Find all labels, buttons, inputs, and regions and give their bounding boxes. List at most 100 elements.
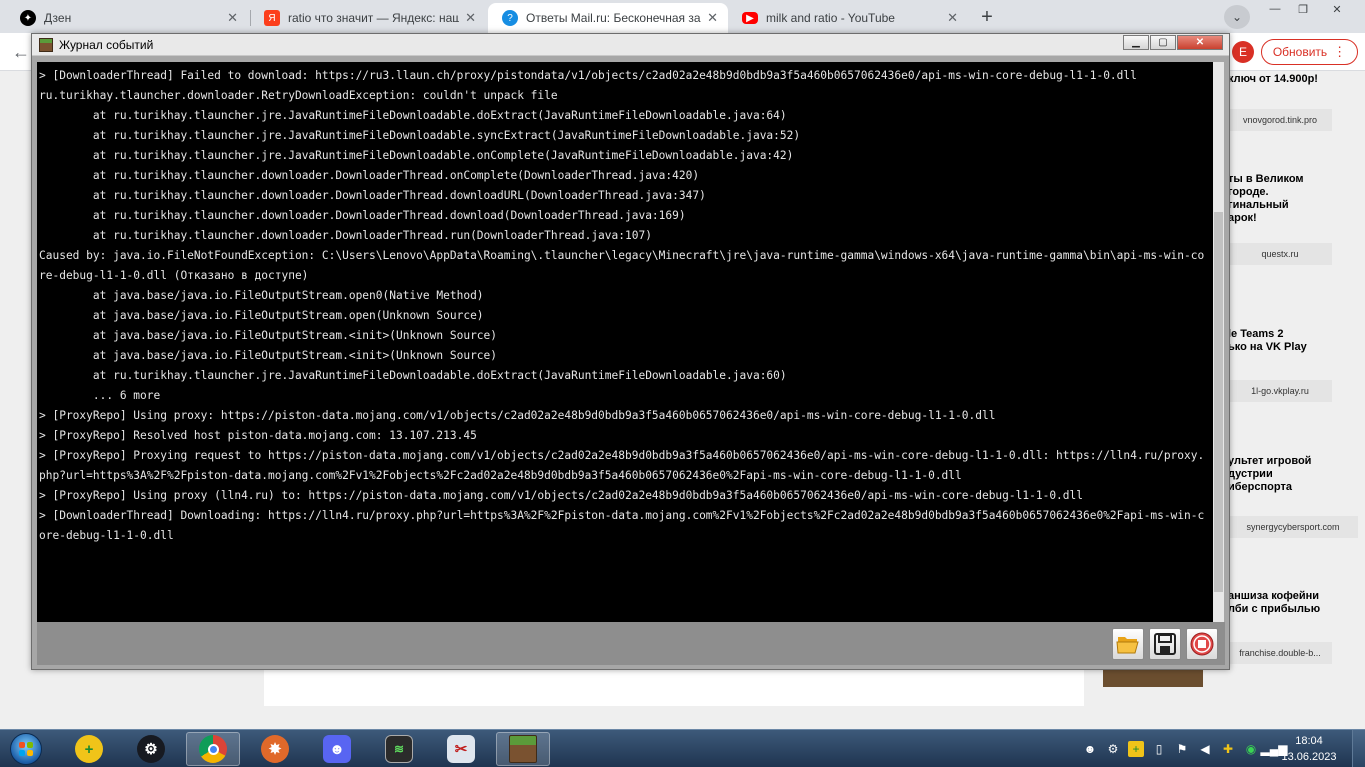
taskbar-app-discord[interactable]: ☻: [310, 732, 364, 766]
side-ad-text[interactable]: ультет игровой дустрии иберспорта: [1228, 455, 1358, 494]
side-ad-text[interactable]: le Teams 2 ько на VK Play: [1228, 328, 1358, 354]
log-line: at ru.turikhay.tlauncher.downloader.Down…: [39, 169, 700, 182]
close-icon[interactable]: ✕: [1322, 0, 1352, 18]
log-line: at ru.turikhay.tlauncher.downloader.Down…: [39, 209, 686, 222]
log-line: > [ProxyRepo] Using proxy: https://pisto…: [39, 409, 996, 422]
taskbar-app-chrome[interactable]: [186, 732, 240, 766]
task-manager-icon: ≋: [385, 735, 413, 763]
side-ad-text[interactable]: ты в Великом городе. гинальный арок!: [1228, 173, 1358, 225]
update-label: Обновить: [1272, 45, 1328, 59]
open-folder-button[interactable]: [1112, 628, 1144, 660]
log-line: > [DownloaderThread] Downloading: https:…: [39, 509, 1205, 542]
log-line: at java.base/java.io.FileOutputStream.<i…: [39, 349, 498, 362]
arrow-left-icon: ←: [12, 41, 30, 62]
discord-icon: ☻: [323, 735, 351, 763]
side-ad-text[interactable]: ключ от 14.900р!: [1228, 73, 1358, 86]
close-icon[interactable]: ✕: [465, 10, 476, 26]
log-line: ru.turikhay.tlauncher.downloader.RetryDo…: [39, 89, 558, 102]
tab-yandex[interactable]: Я ratio что значит — Яндекс: наш ✕: [250, 3, 486, 33]
discord-icon[interactable]: ☻: [1082, 741, 1098, 757]
log-line: > [ProxyRepo] Resolved host piston-data.…: [39, 429, 477, 442]
tab-title: Дзен: [44, 11, 72, 25]
tab-youtube[interactable]: ▶ milk and ratio - YouTube ✕: [728, 3, 968, 33]
maximize-icon: ▢: [1158, 37, 1168, 48]
taskbar: + ⚙ ✸ ☻ ≋ ✂ ☻ ⚙ + ▯ ⚑ ◀ ✚ ◉ ▂▄▆ 18:04 13…: [0, 729, 1365, 767]
log-line: ... 6 more: [39, 389, 161, 402]
log-line: at java.base/java.io.FileOutputStream.op…: [39, 289, 484, 302]
chrome-icon: [199, 735, 227, 763]
tab-dzen[interactable]: ✦ Дзен ✕: [6, 3, 248, 33]
close-icon[interactable]: ✕: [707, 10, 718, 26]
profile-avatar[interactable]: E: [1232, 41, 1254, 63]
minimize-icon: ▁: [1132, 37, 1140, 48]
journal-window: Журнал событий ▁ ▢ ✕ > [DownloaderThread…: [31, 33, 1230, 670]
side-ad-source[interactable]: franchise.double-b...: [1228, 642, 1332, 664]
windows-logo-icon: [10, 733, 42, 765]
save-icon: [1154, 633, 1176, 655]
show-desktop-button[interactable]: [1352, 730, 1365, 767]
restore-icon[interactable]: ❐: [1288, 0, 1318, 18]
close-button[interactable]: ✕: [1177, 35, 1223, 50]
log-line: > [ProxyRepo] Proxying request to https:…: [39, 449, 1205, 482]
new-tab-button[interactable]: +: [974, 5, 1000, 29]
journal-title: Журнал событий: [59, 38, 154, 52]
minimize-button[interactable]: ▁: [1123, 35, 1149, 50]
tab-mailru-answers[interactable]: ? Ответы Mail.ru: Бесконечная за ✕: [488, 3, 728, 33]
flag-icon[interactable]: ⚑: [1174, 741, 1190, 757]
tlauncher-icon: ✸: [261, 735, 289, 763]
clock-date: 13.06.2023: [1281, 751, 1337, 763]
steam-icon: ⚙: [137, 735, 165, 763]
minecraft-icon: [39, 38, 53, 52]
dzen-icon: ✦: [20, 10, 36, 26]
side-ad-source[interactable]: vnovgorod.tink.pro: [1228, 109, 1332, 131]
tab-search-button[interactable]: ⌄: [1224, 5, 1250, 29]
minecraft-icon: [509, 735, 537, 763]
side-ad-image[interactable]: [1103, 669, 1203, 687]
journal-button-bar: [37, 622, 1225, 665]
status-icon[interactable]: ◉: [1243, 741, 1259, 757]
log-console[interactable]: > [DownloaderThread] Failed to download:…: [37, 62, 1213, 622]
log-scrollbar[interactable]: [1213, 62, 1224, 622]
taskbar-app-snipping-tool[interactable]: ✂: [434, 732, 488, 766]
log-text: > [DownloaderThread] Failed to download:…: [39, 66, 1209, 546]
taskbar-app-minecraft[interactable]: [496, 732, 550, 766]
chevron-down-icon: ⌄: [1231, 10, 1243, 24]
youtube-icon: ▶: [742, 12, 758, 24]
add-app-icon[interactable]: ✚: [1220, 741, 1236, 757]
usb-icon[interactable]: ▯: [1151, 741, 1167, 757]
log-line: at ru.turikhay.tlauncher.downloader.Down…: [39, 229, 652, 242]
side-ad-source[interactable]: synergycybersport.com: [1228, 516, 1358, 538]
volume-icon[interactable]: ◀: [1197, 741, 1213, 757]
log-line: at ru.turikhay.tlauncher.downloader.Down…: [39, 189, 706, 202]
side-ad-text[interactable]: аншиза кофейни лби с прибылью: [1228, 590, 1358, 616]
save-button[interactable]: [1149, 628, 1181, 660]
log-line: at java.base/java.io.FileOutputStream.<i…: [39, 329, 498, 342]
close-icon: ✕: [1195, 37, 1205, 48]
side-ad-source[interactable]: 1l-go.vkplay.ru: [1228, 380, 1332, 402]
log-line: at ru.turikhay.tlauncher.jre.JavaRuntime…: [39, 149, 794, 162]
close-icon[interactable]: ✕: [227, 10, 238, 26]
steam-icon[interactable]: ⚙: [1105, 741, 1121, 757]
side-ad-source[interactable]: questx.ru: [1228, 243, 1332, 265]
tab-title: milk and ratio - YouTube: [766, 11, 895, 25]
scrollbar-thumb[interactable]: [1214, 212, 1223, 592]
close-icon[interactable]: ✕: [947, 10, 958, 26]
journal-titlebar[interactable]: Журнал событий ▁ ▢ ✕: [32, 34, 1229, 56]
maximize-button[interactable]: ▢: [1150, 35, 1176, 50]
open-folder-icon: [1116, 637, 1139, 654]
taskbar-app-steam[interactable]: ⚙: [124, 732, 178, 766]
stop-button[interactable]: [1186, 628, 1218, 660]
taskbar-app-task-manager[interactable]: ≋: [372, 732, 426, 766]
log-line: Caused by: java.io.FileNotFoundException…: [39, 249, 1205, 282]
update-button[interactable]: Обновить ⋮: [1261, 39, 1358, 65]
add-app-icon[interactable]: +: [1128, 741, 1144, 757]
minimize-icon[interactable]: —: [1260, 0, 1290, 18]
taskbar-clock[interactable]: 18:04 13.06.2023: [1278, 733, 1340, 765]
taskbar-app-tlauncher[interactable]: ✸: [248, 732, 302, 766]
start-button[interactable]: [4, 730, 48, 767]
browser-tab-strip: ✦ Дзен ✕ Я ratio что значит — Яндекс: на…: [0, 0, 1365, 33]
taskbar-app-add[interactable]: +: [62, 732, 116, 766]
log-line: > [DownloaderThread] Failed to download:…: [39, 69, 1137, 82]
snipping-tool-icon: ✂: [447, 735, 475, 763]
log-line: at ru.turikhay.tlauncher.jre.JavaRuntime…: [39, 109, 787, 122]
